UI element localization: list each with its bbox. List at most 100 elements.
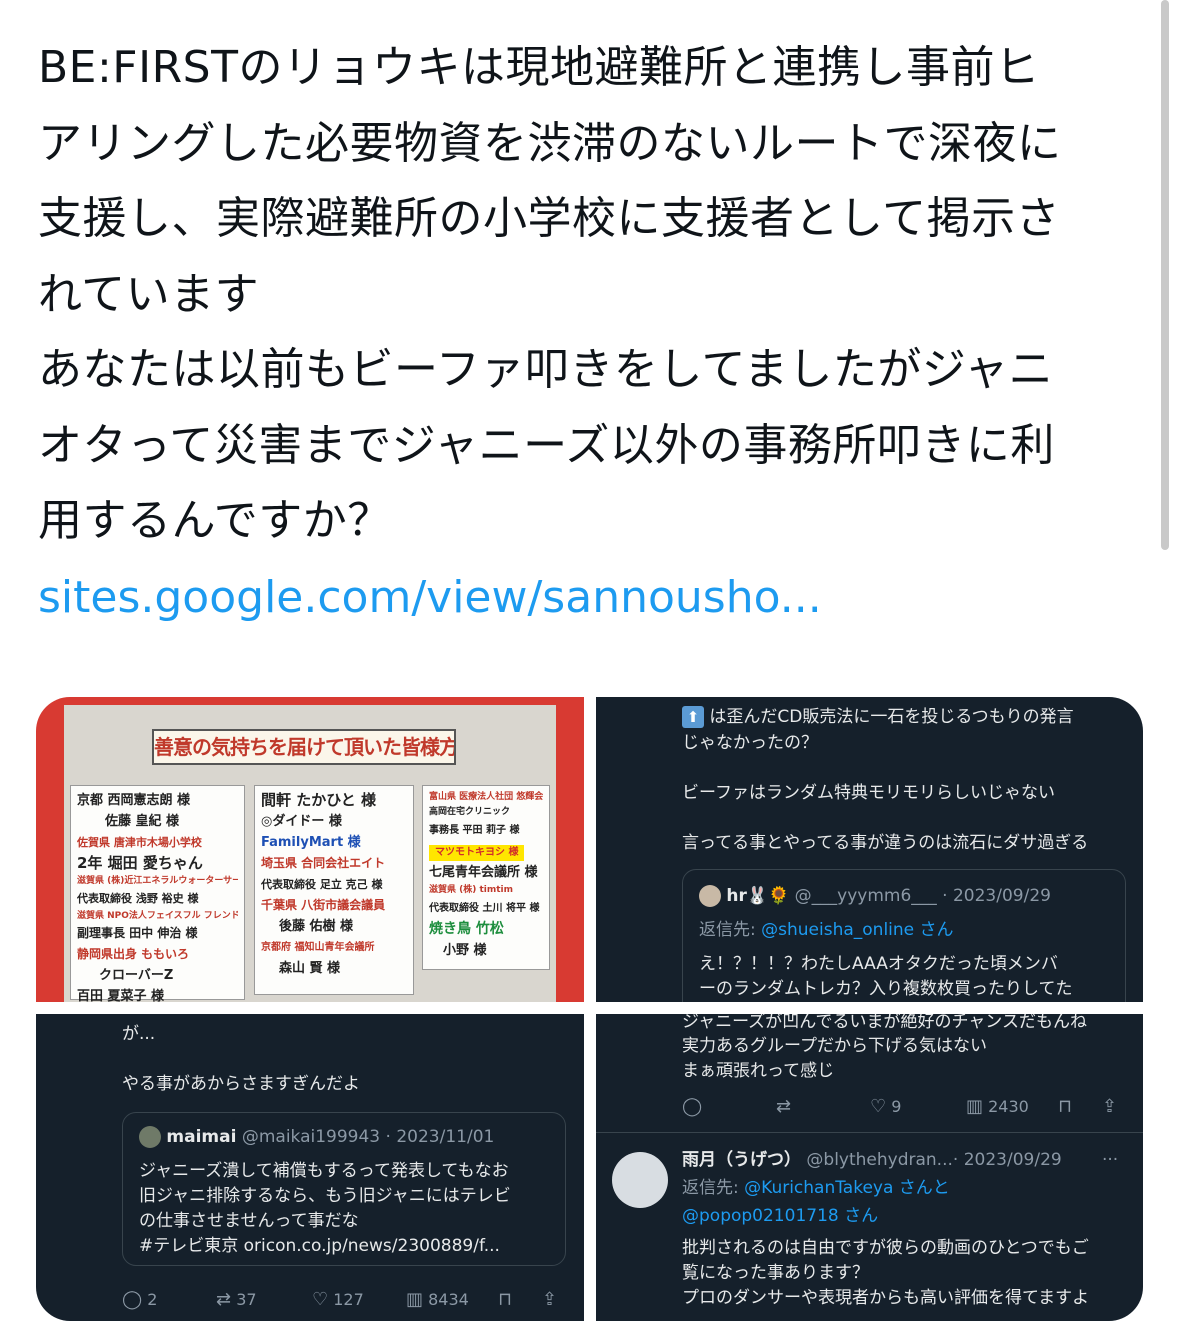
- share-button[interactable]: ⇪: [1102, 1094, 1117, 1119]
- notice-line: クローバーZ: [99, 968, 174, 983]
- notice-line: 埼玉県 合同会社エイト: [261, 856, 386, 870]
- tweet-text-line: BE:FIRSTのリョウキは現地避難所と連携し事前ヒ: [38, 42, 1040, 93]
- notice-paper-3: 富山県 医療法人社団 悠輝会 高岡在宅クリニック 事務長 平田 莉子 様 マツモ…: [422, 785, 550, 970]
- tweet-line: が...: [122, 1024, 156, 1044]
- notice-line: 滋賀県 (株)近江エネラルウォーターサービス: [77, 876, 238, 886]
- tweet-line: プロのダンサーや表現者からも高い評価を得てますよ: [682, 1288, 1090, 1308]
- quoted-tweet-header: maimai @maikai199943 · 2023/11/01: [139, 1125, 494, 1150]
- notice-line: 千葉県 八街市議会議員: [261, 898, 386, 912]
- notice-line: 滋賀県 (株) timtim: [429, 885, 514, 895]
- reply-button[interactable]: ◯ 2: [122, 1287, 157, 1312]
- notice-line: 高岡在宅クリニック: [429, 807, 511, 817]
- reply-to: 返信先: @shueisha_online さん: [699, 918, 954, 943]
- quoted-text-line: の仕事させませんって事だな: [139, 1211, 359, 1231]
- tweet-line: 覧になった事あります？: [682, 1263, 869, 1283]
- tweet-text-line: れています: [38, 268, 260, 320]
- notice-line: 京都府 福知山青年会議所: [261, 942, 375, 953]
- tweet-date: · 2023/09/29: [952, 1150, 1062, 1170]
- bookmark-icon: ⊓: [1058, 1096, 1073, 1117]
- notice-line: 京都 西岡憲志朗 様: [77, 793, 191, 808]
- like-button[interactable]: ♡ 127: [312, 1287, 364, 1312]
- media-screenshot-reply-1[interactable]: ⬆ は歪んだCD販売法に一石を投じるつもりの発言 じゃなかったの？ ビーファはラ…: [596, 697, 1143, 1002]
- media-grid: 善意の気持ちを届けて頂いた皆様方 京都 西岡憲志朗 様 佐藤 皇紀 様 佐賀県 …: [36, 697, 1143, 1321]
- tweet-line: ビーファはランダム特典モリモリらしいじゃない: [682, 783, 1055, 803]
- retweet-icon: ⇄: [216, 1289, 232, 1310]
- like-button[interactable]: ♡ 9: [870, 1094, 901, 1119]
- notice-line: ◎ダイドー 様: [261, 814, 342, 829]
- quoted-author-name: hr🐰🌻: [726, 886, 790, 906]
- heart-icon: ♡: [312, 1289, 329, 1310]
- tweet-header: 雨月（うげつ） @blythehydran...· 2023/09/29: [682, 1148, 1062, 1173]
- reply-to-label: 返信先:: [682, 1178, 739, 1198]
- notice-paper-1: 京都 西岡憲志朗 様 佐藤 皇紀 様 佐賀県 唐津市木場小学校 2年 堀田 愛ち…: [70, 785, 245, 1002]
- tweet-line: やる事があからさますぎんだよ: [122, 1074, 360, 1094]
- tweet-line: 言ってる事とやってる事が違うのは流石にダサ過ぎる: [682, 833, 1089, 853]
- quoted-author-handle: @___yyymm6___: [794, 886, 937, 906]
- more-options-icon[interactable]: ···: [1102, 1148, 1118, 1173]
- reply-to-user-link[interactable]: @popop02101718 さん: [682, 1204, 878, 1229]
- tweet-link[interactable]: sites.google.com/view/sannousho...: [38, 560, 822, 635]
- media-screenshot-reply-2[interactable]: が... やる事があからさますぎんだよ maimai @maikai199943…: [36, 1014, 584, 1321]
- reply-icon: ◯: [122, 1289, 143, 1310]
- notice-line: 富山県 医療法人社団 悠輝会: [429, 792, 543, 802]
- view-count: 2430: [988, 1097, 1029, 1116]
- notice-line: マツモトキヨシ 様: [429, 841, 543, 862]
- tweet-text-line: アリングした必要物資を渋滞のないルートで深夜に: [38, 117, 1062, 169]
- quoted-author-name: maimai: [166, 1127, 237, 1147]
- notice-line: 事務長 平田 莉子 様: [429, 825, 520, 836]
- tweet-text-line: 用するんですか？: [38, 495, 392, 546]
- notice-line: 間軒 たかひと 様: [261, 791, 376, 809]
- tweet-text-line: 支援し、実際避難所の小学校に支援者として掲示さ: [38, 193, 1061, 244]
- retweet-button[interactable]: ⇄: [776, 1094, 791, 1119]
- tweet-line: 批判されるのは自由ですが彼らの動画のひとつでもご: [682, 1238, 1089, 1258]
- bookmark-button[interactable]: ⊓: [1058, 1094, 1072, 1119]
- tweet-line: じゃなかったの？: [682, 733, 818, 753]
- media-screenshot-reply-3[interactable]: ジャニーズが凹んでるいまが絶好のチャンスだもんね 実力あるグループだから下げる気…: [596, 1014, 1143, 1321]
- up-arrow-icon: ⬆: [682, 706, 704, 728]
- quoted-text-line: #テレビ東京 oricon.co.jp/news/2300889/f...: [139, 1236, 500, 1256]
- views-button[interactable]: ▥ 8434: [406, 1287, 469, 1312]
- share-button[interactable]: ⇪: [542, 1287, 557, 1312]
- scrollbar[interactable]: [1161, 0, 1169, 550]
- notice-line: 副理事長 田中 伸治 様: [77, 926, 198, 940]
- avatar[interactable]: [612, 1152, 668, 1208]
- quoted-text-line: え！？！！？わたしAAAオタクだった頃メンバ: [699, 954, 1058, 974]
- bar-chart-icon: ▥: [966, 1096, 984, 1117]
- tweet-line: ⬆ は歪んだCD販売法に一石を投じるつもりの発言: [682, 705, 1074, 730]
- author-name[interactable]: 雨月（うげつ）: [682, 1150, 801, 1170]
- avatar: [139, 1126, 161, 1148]
- divider: [596, 1132, 1143, 1133]
- bookmark-button[interactable]: ⊓: [498, 1287, 512, 1312]
- retweet-count: 37: [236, 1290, 257, 1309]
- reply-to: 返信先: @KurichanTakeya さんと: [682, 1176, 950, 1201]
- notice-line: 静岡県出身 ももいろ: [77, 947, 189, 961]
- like-count: 127: [333, 1290, 364, 1309]
- view-count: 8434: [428, 1290, 469, 1309]
- notice-paper-2: 間軒 たかひと 様 ◎ダイドー 様 FamilyMart 様 埼玉県 合同会社エ…: [254, 785, 414, 995]
- reply-button[interactable]: ◯: [682, 1094, 702, 1119]
- tweet-text-line: あなたは以前もビーファ叩きをしてましたがジャニ: [38, 344, 1054, 395]
- quoted-author-handle: @maikai199943: [241, 1127, 381, 1147]
- like-count: 9: [891, 1097, 902, 1116]
- notice-line: 佐賀県 唐津市木場小学校: [77, 836, 202, 849]
- reply-to-user-link[interactable]: @KurichanTakeya さんと: [744, 1178, 950, 1198]
- quoted-date: · 2023/09/29: [942, 886, 1051, 906]
- share-icon: ⇪: [1102, 1096, 1118, 1117]
- tweet-line: まぁ頑張れって感じ: [682, 1061, 835, 1081]
- reply-icon: ◯: [682, 1096, 703, 1117]
- notice-line: 佐藤 皇紀 様: [105, 814, 180, 829]
- quoted-tweet[interactable]: hr🐰🌻 @___yyymm6___ · 2023/09/29 返信先: @sh…: [682, 869, 1126, 1002]
- notice-line: 2年 堀田 愛ちゃん: [77, 854, 203, 872]
- notice-line: 七尾青年会議所 様: [429, 865, 538, 880]
- reply-to-user-link[interactable]: @shueisha_online さん: [761, 920, 953, 940]
- quoted-tweet[interactable]: maimai @maikai199943 · 2023/11/01 ジャニーズ潰…: [122, 1112, 566, 1266]
- quoted-tweet-header: hr🐰🌻 @___yyymm6___ · 2023/09/29: [699, 884, 1051, 909]
- media-photo-notice-board[interactable]: 善意の気持ちを届けて頂いた皆様方 京都 西岡憲志朗 様 佐藤 皇紀 様 佐賀県 …: [36, 697, 584, 1002]
- quoted-text-line: ーのランダムトレカ？入り複数枚買ったりしてた: [699, 979, 1073, 999]
- notice-board: 善意の気持ちを届けて頂いた皆様方 京都 西岡憲志朗 様 佐藤 皇紀 様 佐賀県 …: [64, 705, 556, 1002]
- author-handle: @blythehydran...: [806, 1150, 953, 1170]
- tweet-text: BE:FIRSTのリョウキは現地避難所と連携し事前ヒ アリングした必要物資を渋滞…: [38, 30, 1148, 559]
- views-button[interactable]: ▥ 2430: [966, 1094, 1029, 1119]
- retweet-button[interactable]: ⇄ 37: [216, 1287, 257, 1312]
- quoted-text-line: ジャニーズ潰して補償もするって発表してもなお: [139, 1161, 509, 1181]
